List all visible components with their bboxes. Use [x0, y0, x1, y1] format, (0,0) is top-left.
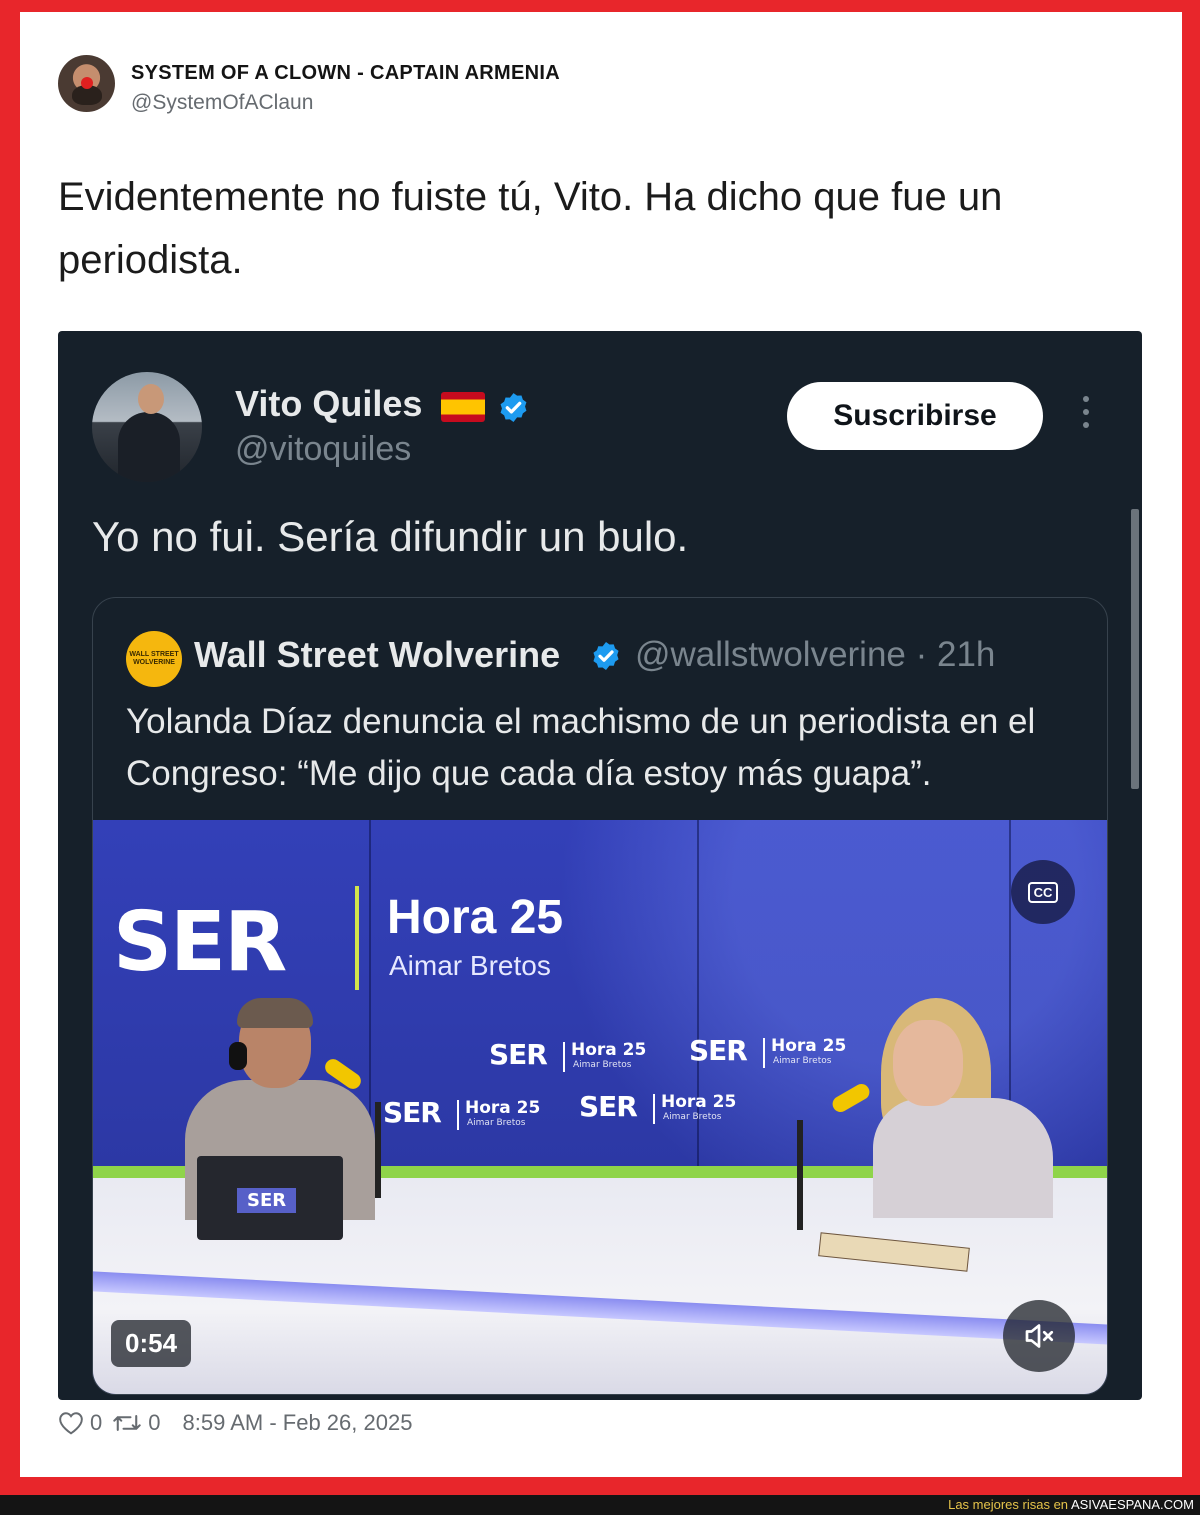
embedded-tweet-text: Yo no fui. Sería difundir un bulo. [92, 513, 689, 560]
outer-handle[interactable]: @SystemOfAClaun [131, 91, 313, 115]
outer-avatar[interactable] [58, 55, 115, 112]
outer-tweet-text: Evidentemente no fuiste tú, Vito. Ha dic… [58, 175, 1003, 282]
quoted-avatar[interactable]: WALL STREET WOLVERINE [126, 631, 182, 687]
quoted-avatar-text-bottom: WOLVERINE [133, 659, 175, 666]
show-host: Aimar Bretos [389, 950, 551, 981]
mute-icon[interactable] [1003, 1300, 1075, 1372]
outer-display-name[interactable]: SYSTEM OF A CLOWN - CAPTAIN ARMENIA [131, 62, 560, 85]
spain-flag-icon [441, 392, 485, 422]
tweet-card: SYSTEM OF A CLOWN - CAPTAIN ARMENIA @Sys… [20, 12, 1182, 1477]
logo-divider [355, 886, 359, 990]
laptop: SER [197, 1156, 343, 1240]
quoted-avatar-text-top: WALL STREET [129, 651, 179, 658]
embedded-display-name[interactable]: Vito Quiles [235, 383, 422, 425]
subscribe-button[interactable]: Suscribirse [787, 382, 1043, 450]
ser-logo: SER [113, 895, 287, 990]
embedded-screenshot: Vito Quiles @vitoquiles Suscribirse Yo n… [58, 331, 1142, 1400]
background-logo: SER Hora 25 Aimar Bretos [383, 1096, 541, 1130]
background-logo: SER Hora 25 Aimar Bretos [689, 1034, 847, 1068]
watermark[interactable]: Las mejores risas en ASIVAESPANA.COM [948, 1497, 1194, 1512]
retweet-icon[interactable] [112, 1411, 142, 1435]
heart-icon[interactable] [58, 1411, 84, 1435]
quoted-tweet[interactable]: WALL STREET WOLVERINE Wall Street Wolver… [92, 597, 1108, 1395]
guest-figure [853, 998, 1053, 1218]
retweet-stat[interactable]: 0 [112, 1410, 161, 1436]
show-title: Hora 25 [387, 891, 564, 944]
background-logo: SER Hora 25 Aimar Bretos [579, 1090, 737, 1124]
like-count: 0 [90, 1410, 103, 1435]
embedded-handle[interactable]: @vitoquiles [235, 430, 411, 469]
video-duration: 0:54 [111, 1320, 192, 1367]
red-border-frame: SYSTEM OF A CLOWN - CAPTAIN ARMENIA @Sys… [0, 0, 1200, 1495]
retweet-count: 0 [148, 1410, 161, 1435]
embedded-avatar[interactable] [92, 372, 202, 482]
mic-stand [375, 1102, 381, 1198]
verified-badge-icon [593, 642, 619, 670]
mic-stand [797, 1120, 803, 1230]
tweet-stats: 0 0 8:59 AM - Feb 26, 2025 [58, 1410, 412, 1436]
quoted-tweet-text: Yolanda Díaz denuncia el machismo de un … [126, 702, 1036, 793]
background-logo: SER Hora 25 Aimar Bretos [489, 1038, 647, 1072]
quoted-display-name[interactable]: Wall Street Wolverine [194, 634, 560, 676]
more-options-icon[interactable] [1074, 396, 1098, 436]
closed-captions-icon[interactable]: CC [1011, 860, 1075, 924]
quoted-handle-time[interactable]: @wallstwolverine · 21h [635, 635, 995, 675]
tweet-timestamp[interactable]: 8:59 AM - Feb 26, 2025 [183, 1410, 413, 1436]
verified-badge-icon [500, 393, 527, 422]
video-player[interactable]: SER Hora 25 Aimar Bretos SER Hora 25 Aima… [93, 820, 1107, 1394]
like-stat[interactable]: 0 [58, 1410, 102, 1436]
scrollbar[interactable] [1131, 509, 1139, 789]
